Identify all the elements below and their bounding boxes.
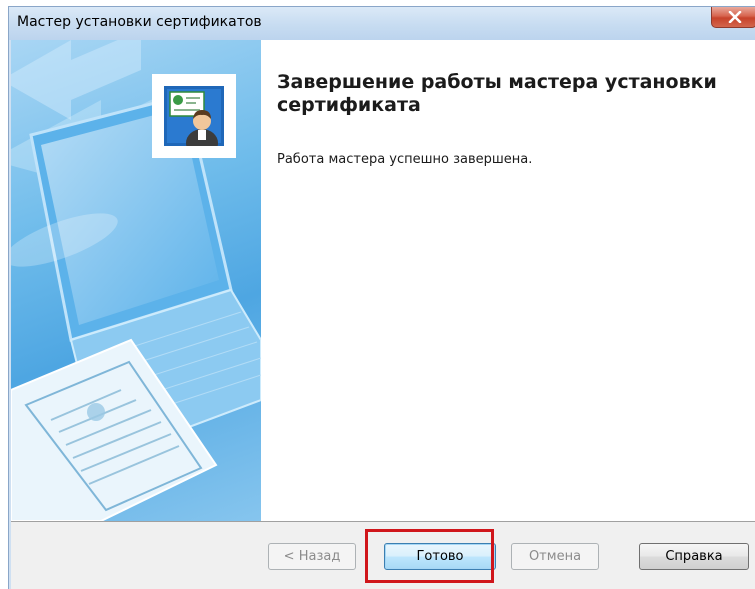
title-bar[interactable]: Мастер установки сертификатов [9,7,755,40]
cancel-button[interactable]: Отмена [511,543,599,570]
finish-button-highlight [365,529,494,583]
wizard-heading: Завершение работы мастера установки серт… [277,71,717,116]
certificate-user-icon [164,86,224,146]
wizard-message: Работа мастера успешно завершена. [277,152,533,167]
certificate-wizard-window: Мастер установки сертификатов Завершение… [8,6,755,589]
close-button[interactable] [711,7,755,28]
close-icon [728,11,742,23]
wizard-content: Завершение работы мастера установки серт… [11,40,755,521]
back-button[interactable]: < Назад [268,543,356,570]
help-button[interactable]: Справка [639,543,749,570]
certificate-icon-frame [152,74,236,158]
window-title: Мастер установки сертификатов [17,14,262,30]
